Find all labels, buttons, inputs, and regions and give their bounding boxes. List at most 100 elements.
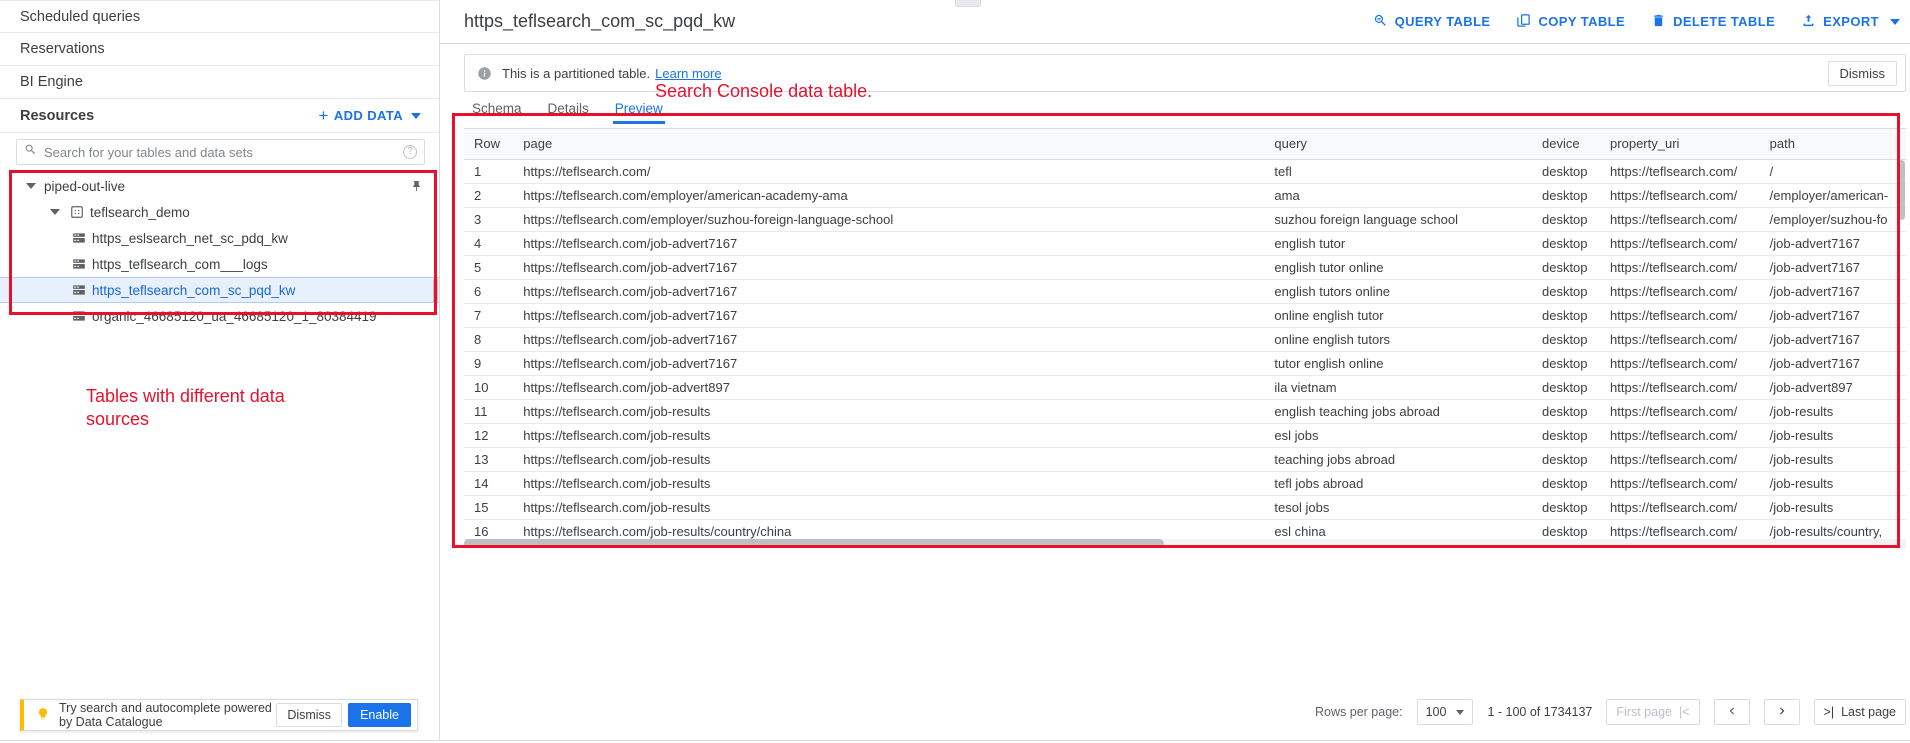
cell-row: 7 [464,303,514,328]
cell-row: 13 [464,447,514,472]
banner-text: This is a partitioned table. [502,65,651,81]
scrollbar-thumb[interactable] [464,539,1164,548]
cell-page: https://teflsearch.com/job-results [513,423,1265,448]
delete-table-button[interactable]: DELETE TABLE [1651,13,1775,31]
chevron-down-icon[interactable] [1890,18,1900,25]
table-row[interactable]: 14 https://teflsearch.com/job-results tefl… [464,471,1906,496]
cell-page: https://teflsearch.com/job-advert7167 [513,303,1265,328]
column-header-device[interactable]: device [1531,129,1601,160]
add-data-button[interactable]: + ADD DATA [319,107,421,124]
tree-scrollbar-thumb[interactable] [433,278,438,304]
table-row[interactable]: 1 https://teflsearch.com/tefl desktop https… [464,159,1906,184]
last-page-label: Last page [1841,705,1896,719]
expand-triangle-icon[interactable] [44,209,66,215]
expand-triangle-icon[interactable] [20,183,42,189]
cell-property-uri: https://teflsearch.com/ [1600,255,1760,280]
tree-item-table-sc-pqd-kw[interactable]: https_teflsearch_com_sc_pqd_kw [0,277,439,304]
chevron-down-icon[interactable] [411,112,421,119]
cell-query: english tutor [1264,231,1532,256]
rows-per-page-select[interactable]: 100 [1416,699,1474,725]
cell-page: https://teflsearch.com/job-advert7167 [513,231,1265,256]
previous-page-button[interactable] [1713,699,1750,725]
panel-resize-handle[interactable] [955,0,981,7]
resource-tree: piped-out-live teflsearch_demo https_esl… [0,173,439,329]
table-row[interactable]: 7 https://teflsearch.com/job-advert7167 on… [464,303,1906,328]
cell-row: 4 [464,231,514,256]
table-row[interactable]: 6 https://teflsearch.com/job-advert7167 en… [464,279,1906,304]
query-table-button[interactable]: QUERY TABLE [1373,13,1491,31]
toast-dismiss-button[interactable]: Dismiss [276,703,343,727]
toast-enable-button[interactable]: Enable [348,703,411,727]
cell-device: desktop [1531,399,1601,424]
plus-icon: + [318,106,329,125]
cell-property-uri: https://teflsearch.com/ [1600,495,1760,520]
cell-page: https://teflsearch.com/job-advert7167 [513,255,1265,280]
last-page-button[interactable]: >| Last page [1813,699,1906,725]
table-icon [68,283,90,297]
last-page-icon: >| [1823,705,1835,719]
row-range-text: 1 - 100 of 1734137 [1487,705,1593,719]
tab-schema[interactable]: Schema [472,101,522,124]
table-row[interactable]: 2 https://teflsearch.com/employer/america… [464,183,1906,208]
search-container: ? [0,133,439,173]
export-button[interactable]: EXPORT [1801,13,1900,31]
sidebar: Scheduled queries Reservations BI Engine… [0,0,440,743]
sidebar-item-bi-engine[interactable]: BI Engine [0,66,439,99]
cell-row: 14 [464,471,514,496]
cell-page: https://teflsearch.com/job-results [513,447,1265,472]
table-row[interactable]: 15 https://teflsearch.com/job-results teso… [464,495,1906,520]
cell-path: /job-advert7167 [1759,231,1906,256]
cell-property-uri: https://teflsearch.com/ [1600,183,1760,208]
table-vertical-scrollbar[interactable] [1897,160,1906,540]
cell-path: /job-results [1759,495,1906,520]
learn-more-link[interactable]: Learn more [655,66,721,81]
column-header-property-uri[interactable]: property_uri [1600,129,1760,160]
delete-table-label: DELETE TABLE [1673,14,1776,29]
tab-details[interactable]: Details [548,101,589,124]
cell-path: /job-advert7167 [1759,327,1906,352]
tab-preview[interactable]: Preview [612,101,665,124]
cell-query: online english tutors [1264,327,1532,352]
sidebar-item-scheduled-queries[interactable]: Scheduled queries [0,0,439,33]
cell-property-uri: https://teflsearch.com/ [1600,447,1760,472]
search-box[interactable]: ? [16,139,425,165]
table-row[interactable]: 12 https://teflsearch.com/job-results esl … [464,423,1906,448]
tree-item-dataset[interactable]: teflsearch_demo [0,199,439,225]
table-row[interactable]: 5 https://teflsearch.com/job-advert7167 en… [464,255,1906,280]
table-row[interactable]: 9 https://teflsearch.com/job-advert7167 tu… [464,351,1906,376]
column-header-page[interactable]: page [513,129,1265,160]
column-header-query[interactable]: query [1264,129,1532,160]
cell-page: https://teflsearch.com/job-advert7167 [513,327,1265,352]
search-input[interactable] [37,143,403,161]
column-header-row[interactable]: Row [464,129,514,160]
cell-row: 12 [464,423,514,448]
table-horizontal-scrollbar[interactable] [464,539,1906,548]
dataset-icon [66,205,88,219]
scrollbar-thumb[interactable] [1898,160,1905,220]
column-header-path[interactable]: path [1759,129,1906,160]
next-page-button[interactable] [1763,699,1800,725]
tree-item-table-logs[interactable]: https_teflsearch_com___logs [0,251,439,277]
table-row[interactable]: 8 https://teflsearch.com/job-advert7167 on… [464,327,1906,352]
table-header-row: Row page query device property_uri path [464,129,1906,160]
copy-table-button[interactable]: COPY TABLE [1516,13,1625,31]
table-row[interactable]: 11 https://teflsearch.com/job-results engl… [464,399,1906,424]
table-row[interactable]: 13 https://teflsearch.com/job-results teac… [464,447,1906,472]
tree-item-project[interactable]: piped-out-live [0,173,439,199]
cell-query: esl jobs [1264,423,1532,448]
table-row[interactable]: 4 https://teflsearch.com/job-advert7167 en… [464,231,1906,256]
rows-per-page-label: Rows per page: [1315,705,1403,719]
tree-item-table-organic[interactable]: organic_46685120_ua_46685120_1_80384419 [0,303,439,329]
first-page-button[interactable]: First page |< [1606,699,1700,725]
tree-item-table-eslsearch[interactable]: https_eslsearch_net_sc_pdq_kw [0,225,439,251]
cell-query: tefl jobs abroad [1264,471,1532,496]
help-icon[interactable]: ? [403,145,417,159]
cell-device: desktop [1531,327,1601,352]
banner-dismiss-button[interactable]: Dismiss [1827,60,1897,86]
table-row[interactable]: 3 https://teflsearch.com/employer/suzhou-… [464,207,1906,232]
sidebar-item-reservations[interactable]: Reservations [0,33,439,66]
cell-page: https://teflsearch.com/job-results [513,495,1265,520]
table-row[interactable]: 10 https://teflsearch.com/job-advert897 il… [464,375,1906,400]
cell-row: 5 [464,255,514,280]
pin-icon[interactable] [410,180,423,193]
